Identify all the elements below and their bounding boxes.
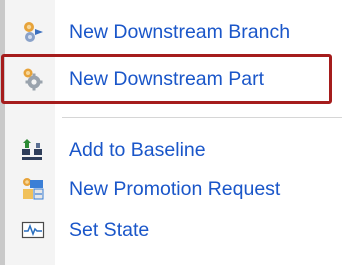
menu-item-label: New Downstream Part — [69, 67, 265, 90]
menu-item-label: New Promotion Request — [69, 177, 281, 200]
context-menu: New Downstream Branch New Downstream Par… — [0, 0, 352, 265]
menu-item-new-downstream-branch[interactable]: New Downstream Branch — [5, 12, 342, 52]
menu-item-set-state[interactable]: Set State — [5, 210, 342, 250]
menu-separator — [62, 117, 342, 118]
menu-item-label: New Downstream Branch — [69, 20, 291, 43]
promotion-request-icon — [20, 176, 46, 202]
menu-item-new-downstream-part[interactable]: New Downstream Part — [5, 59, 342, 99]
menu-item-label: Add to Baseline — [69, 138, 206, 161]
downstream-part-gear-icon — [20, 66, 46, 92]
downstream-branch-icon — [20, 19, 46, 45]
set-state-icon — [20, 217, 46, 243]
menu-right-edge — [342, 0, 352, 265]
menu-item-add-to-baseline[interactable]: Add to Baseline — [5, 130, 342, 170]
baseline-icon — [20, 137, 46, 163]
menu-item-label: Set State — [69, 218, 150, 241]
menu-item-new-promotion-request[interactable]: New Promotion Request — [5, 169, 342, 209]
